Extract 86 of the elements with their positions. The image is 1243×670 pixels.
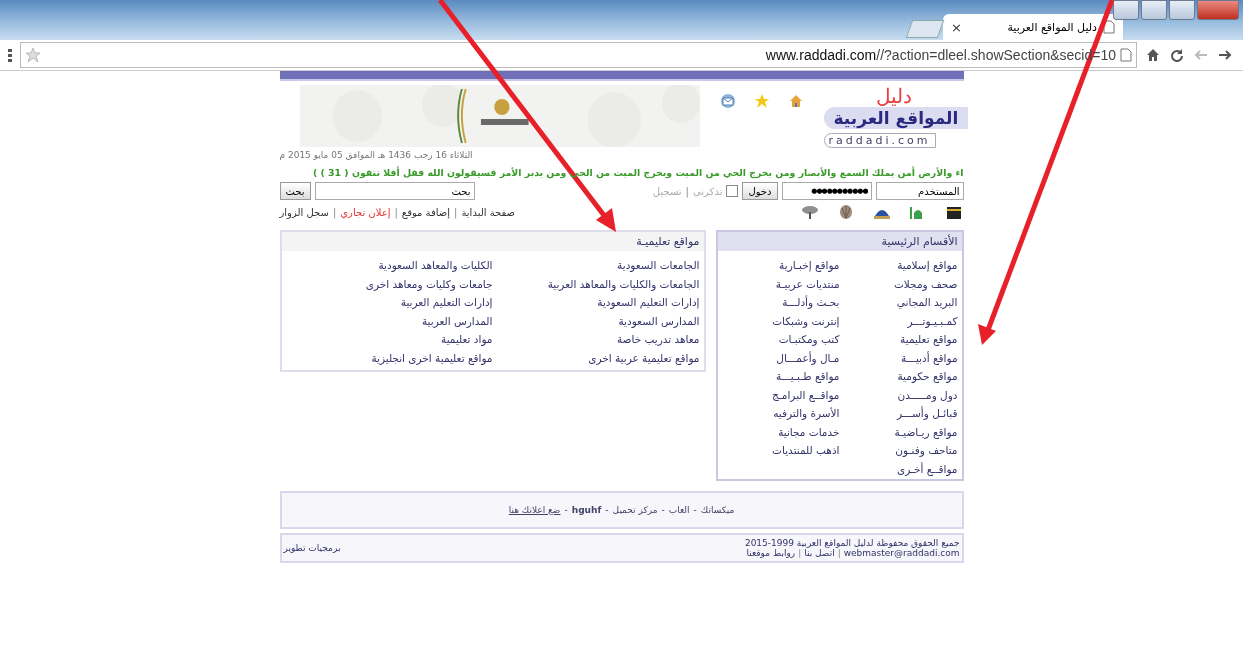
category-link[interactable]: مواقع إسلامية [839, 257, 958, 274]
separator: | [454, 206, 458, 218]
separator: | [685, 185, 689, 197]
category-link[interactable]: مواقع حكومية [839, 368, 958, 385]
bookmark-star-icon[interactable] [25, 47, 41, 63]
mail-icon[interactable] [719, 93, 736, 109]
category-link[interactable]: كتب ومكتبـات [721, 331, 840, 348]
page-icon [1103, 20, 1115, 34]
footer-link[interactable]: hguhf [571, 505, 602, 515]
separator: - [693, 505, 697, 515]
footer-link[interactable]: مركز تحميل [612, 505, 658, 515]
category-link[interactable]: مواقــع أخـرى [839, 460, 958, 477]
logo-title[interactable]: المواقع العربية [823, 107, 969, 129]
nav-link[interactable]: صفحة البداية [461, 206, 515, 218]
username-field[interactable]: المستخدم [875, 182, 964, 200]
category-link[interactable]: البريد المجاني [839, 294, 958, 311]
panel-title: الأقسام الرئيسية [717, 232, 962, 251]
new-tab-button[interactable] [905, 20, 945, 38]
category-link[interactable]: كمـبـيـوتـــر [839, 312, 958, 329]
minimize-button[interactable] [1141, 0, 1167, 20]
page-icon [1120, 48, 1132, 62]
separator: | [394, 206, 398, 218]
category-link[interactable]: قبائـل وأســـر [839, 405, 958, 422]
panel-title: مواقع تعليميـة [281, 232, 704, 251]
category-link[interactable]: الأسرة والترفيه [721, 405, 840, 422]
contact-link[interactable]: اتصل بنا [804, 548, 835, 558]
category-link[interactable]: اذهب للمنتديات [721, 442, 840, 459]
footer-link[interactable]: ضع اعلانك هنا [508, 505, 561, 515]
category-link[interactable]: إنترنت وشبكات [721, 312, 840, 329]
category-link[interactable]: بحـث وأدلـــة [721, 294, 840, 311]
logo-script: دليل [875, 85, 912, 107]
search-button[interactable]: بحث [279, 182, 311, 200]
home-icon[interactable] [1145, 47, 1161, 63]
tab-title: دليل المواقع العربية [1006, 20, 1097, 34]
subcategory-link[interactable]: إدارات التعليم العربية [285, 294, 493, 311]
reload-icon[interactable] [1169, 47, 1185, 63]
maximize-button[interactable] [1169, 0, 1195, 20]
separator: - [605, 505, 609, 515]
contact-link[interactable]: webmaster@raddadi.com [843, 548, 960, 558]
browser-tab[interactable]: دليل المواقع العربية × [943, 14, 1123, 40]
nav-link[interactable]: إعلان تجاري [340, 206, 391, 218]
separator: | [332, 206, 337, 218]
nav-link[interactable]: إضافة موقع [401, 206, 451, 218]
separator: - [661, 505, 665, 515]
star-icon[interactable] [753, 93, 770, 109]
category-link[interactable]: متاحف وفنـون [839, 442, 958, 459]
subcategory-link[interactable]: مواقع تعليمية عربية اخرى [492, 349, 700, 366]
remember-checkbox[interactable] [726, 185, 739, 197]
separator: | [837, 548, 841, 558]
subcategory-link[interactable]: الجامعات السعودية [492, 257, 700, 274]
category-link[interactable]: مواقع ريـاضيـة [839, 423, 958, 440]
subcategory-link[interactable]: إدارات التعليم السعودية [492, 294, 700, 311]
menu-icon[interactable] [8, 47, 12, 63]
category-link[interactable]: مواقع إخبـارية [721, 257, 840, 274]
copyright-text: جميع الحقوق محفوظة لدليل المواقع العربية 1999-2015 [744, 538, 960, 548]
date-label: التلاثاء 16 رجب 1436 هـ الموافق 05 مايو 2015 م [279, 150, 474, 160]
separator: | [798, 548, 802, 558]
subcategory-link[interactable]: المدارس السعودية [492, 312, 700, 329]
satellite-dish-icon[interactable] [799, 204, 820, 220]
footer-link[interactable]: ميكساتك [700, 505, 735, 515]
subcategory-link[interactable]: المدارس العربية [285, 312, 493, 329]
subcategory-link[interactable]: مواقع تعليمية اخرى انجليزية [285, 349, 493, 366]
category-link[interactable]: منتديات عربيـة [721, 275, 840, 292]
contact-link[interactable]: روابط موقعنا [746, 548, 796, 558]
subcategory-link[interactable]: الكليات والمعاهد السعودية [285, 257, 493, 274]
close-tab-button[interactable]: × [951, 19, 962, 35]
category-link[interactable]: خدمات مجانية [721, 423, 840, 440]
credit-text: برمجيات تطوير [283, 543, 341, 553]
category-link[interactable]: دول ومـــــدن [839, 386, 958, 403]
remember-label: تذكرني [693, 185, 723, 197]
nav-link[interactable]: سجل الزوار [279, 206, 329, 218]
separator: - [564, 505, 568, 515]
login-button[interactable]: دخول [742, 182, 778, 200]
close-button[interactable] [1197, 0, 1239, 20]
subcategory-link[interactable]: مواد تعليمية [285, 331, 493, 348]
category-link[interactable]: صحف ومجلات [839, 275, 958, 292]
category-link[interactable]: مـال وأعمـــال [721, 349, 840, 366]
category-link[interactable]: مواقع طـبـيـــة [721, 368, 840, 385]
subcategory-link[interactable]: الجامعات والكليات والمعاهد العربية [492, 275, 700, 292]
subcategory-link[interactable]: جامعات وكليات ومعاهد اخرى [285, 275, 493, 292]
search-field[interactable]: بحث [314, 182, 475, 200]
subcategory-link[interactable]: معاهد تدريب خاصة [492, 331, 700, 348]
category-link[interactable]: مواقع تعليمية [839, 331, 958, 348]
footer-link[interactable]: العاب [668, 505, 690, 515]
category-link[interactable]: مواقع أدبيـــة [839, 349, 958, 366]
category-link[interactable]: مواقــع البرامـج [721, 386, 840, 403]
